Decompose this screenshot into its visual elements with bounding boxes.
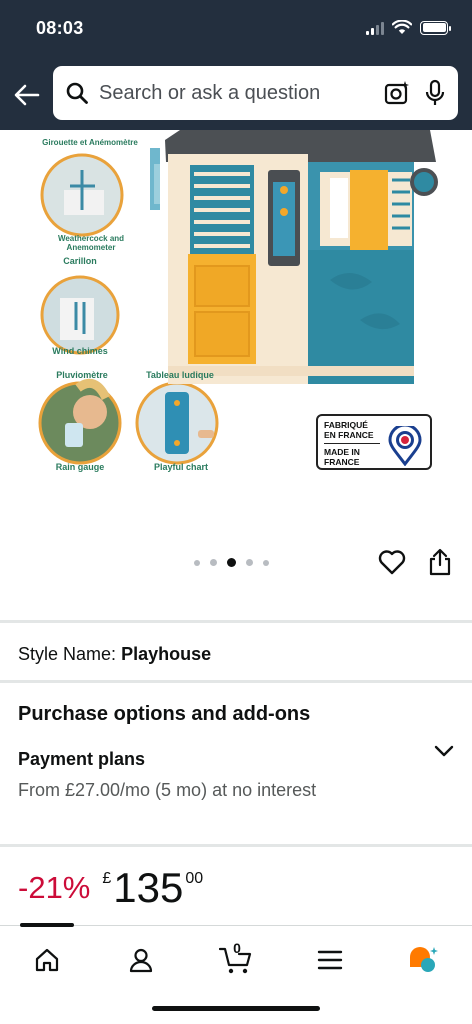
- callout-playful-chart: Playful chart: [153, 462, 209, 472]
- carousel-dots[interactable]: [194, 558, 269, 567]
- home-icon: [35, 948, 59, 972]
- callout-tableau: Tableau ludique: [146, 370, 214, 380]
- callout-weathercock: Girouette et Anémomètre: [42, 138, 138, 147]
- callout-wind-chimes: Wind chimes: [52, 346, 108, 356]
- purchase-options-title: Purchase options and add-ons: [18, 703, 311, 725]
- top-bar: 08:03 Search or ask a question: [0, 0, 472, 130]
- share-icon[interactable]: [428, 548, 452, 576]
- callout-rain-gauge: Rain gauge: [55, 462, 105, 472]
- price-fraction: 00: [185, 870, 204, 887]
- carousel-dot[interactable]: [246, 559, 253, 566]
- callout-pluviometre: Pluviomètre: [56, 370, 108, 380]
- chevron-down-icon[interactable]: [433, 744, 455, 758]
- nav-rufus[interactable]: [400, 940, 448, 980]
- status-icons: [366, 20, 451, 35]
- battery-icon: [420, 20, 451, 35]
- style-name-label: Style Name:: [18, 644, 117, 664]
- style-name-row[interactable]: Style Name: Playhouse: [18, 644, 211, 665]
- price-row: -21% £ 135 00: [18, 866, 203, 910]
- nav-cart[interactable]: 0: [212, 940, 260, 980]
- carousel-dot[interactable]: [194, 559, 200, 566]
- nav-menu[interactable]: [306, 940, 354, 980]
- divider: [0, 620, 472, 623]
- callout-weathercock-en: Weathercock and Anemometer: [57, 234, 125, 252]
- cart-count: 0: [233, 940, 241, 956]
- heart-icon[interactable]: [378, 549, 406, 575]
- status-time: 08:03: [36, 18, 84, 38]
- payment-plans-desc: From £27.00/mo (5 mo) at no interest: [18, 780, 317, 800]
- search-input[interactable]: Search or ask a question: [99, 82, 384, 105]
- camera-search-icon[interactable]: [384, 80, 410, 106]
- playhouse-illustration: [38, 130, 438, 465]
- callout-carillon: Carillon: [63, 256, 97, 266]
- home-indicator[interactable]: [152, 1006, 320, 1011]
- back-arrow-icon[interactable]: [12, 80, 42, 110]
- active-tab-indicator: [20, 923, 74, 927]
- price-currency: £: [102, 870, 112, 887]
- carousel-dot-active[interactable]: [227, 558, 236, 567]
- style-name-value: Playhouse: [121, 644, 212, 664]
- wifi-icon: [392, 20, 412, 34]
- menu-icon: [317, 950, 343, 970]
- cellular-signal-icon: [366, 21, 384, 35]
- nav-home[interactable]: [23, 940, 71, 980]
- divider: [0, 844, 472, 847]
- account-icon: [129, 948, 153, 973]
- nav-account[interactable]: [117, 940, 165, 980]
- microphone-icon[interactable]: [424, 79, 446, 107]
- carousel-dot[interactable]: [263, 559, 269, 566]
- carousel-dot[interactable]: [210, 559, 217, 566]
- location-pin-icon: [388, 426, 422, 466]
- search-bar[interactable]: Search or ask a question: [53, 66, 458, 120]
- search-icon: [66, 82, 88, 104]
- divider: [0, 680, 472, 683]
- discount-percent: -21%: [18, 870, 91, 905]
- product-image[interactable]: Girouette et Anémomètre Weathercock and …: [0, 130, 472, 550]
- price-whole: 135: [113, 864, 184, 911]
- made-in-france-badge: FABRIQUÉ EN FRANCE MADE IN FRANCE: [316, 414, 432, 470]
- rufus-icon: [410, 947, 438, 972]
- payment-plans-title[interactable]: Payment plans: [18, 749, 145, 770]
